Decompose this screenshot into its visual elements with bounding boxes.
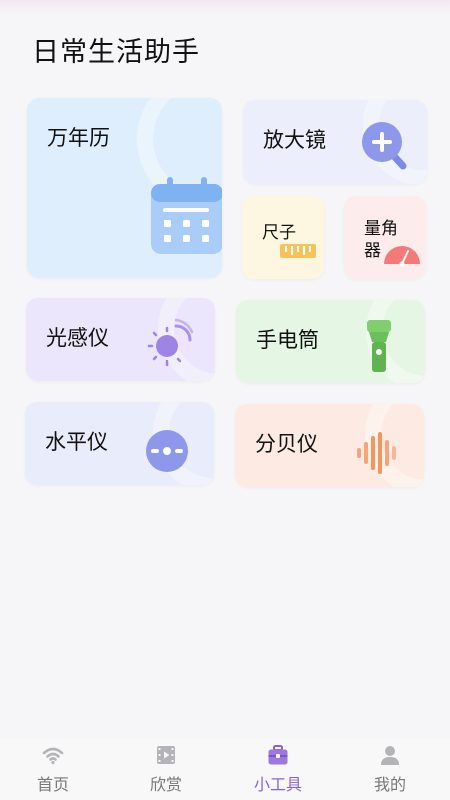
tool-card-calendar[interactable]: 万年历 [27,98,222,278]
tool-card-level[interactable]: 水平仪 [25,402,214,485]
calendar-icon [151,177,222,254]
page-title: 日常生活助手 [32,37,200,68]
tool-card-flashlight[interactable]: 手电筒 [236,300,425,383]
tool-card-light-meter[interactable]: 光感仪 [26,298,215,381]
tool-label-decibel: 分贝仪 [255,432,318,456]
tool-card-protractor[interactable]: 量角器 [344,196,426,279]
bottom-tab-bar: 首页 欣赏 小工具 我的 [0,738,450,800]
tool-card-decibel[interactable]: 分贝仪 [235,404,424,487]
tab-home[interactable]: 首页 [13,738,93,800]
ruler-icon [280,244,316,258]
sun-icon [147,318,194,367]
tool-card-ruler[interactable]: 尺子 [242,196,324,279]
level-icon [146,430,188,472]
wifi-icon [42,747,64,765]
tool-label-flashlight: 手电筒 [256,328,319,352]
tool-label-ruler: 尺子 [262,223,296,243]
tab-appreciate-label: 欣赏 [149,775,182,794]
tool-label-calendar: 万年历 [47,126,110,150]
tab-mine[interactable]: 我的 [350,738,430,800]
toolbox-icon [268,745,288,765]
film-icon [157,746,175,764]
tab-tools-label: 小工具 [253,775,302,794]
magnifier-icon [362,122,407,170]
person-icon [381,746,399,765]
tab-home-label: 首页 [36,775,69,794]
tool-card-magnifier[interactable]: 放大镜 [243,100,427,184]
tab-tools[interactable]: 小工具 [238,738,318,800]
sound-wave-icon [357,432,396,474]
protractor-icon [384,246,420,266]
tool-label-magnifier: 放大镜 [263,128,326,152]
tool-label-level: 水平仪 [45,430,108,454]
tab-appreciate[interactable]: 欣赏 [126,738,206,800]
top-glow [0,0,450,14]
flashlight-icon [367,320,391,372]
tool-label-light-meter: 光感仪 [46,326,109,350]
tab-mine-label: 我的 [373,775,406,794]
